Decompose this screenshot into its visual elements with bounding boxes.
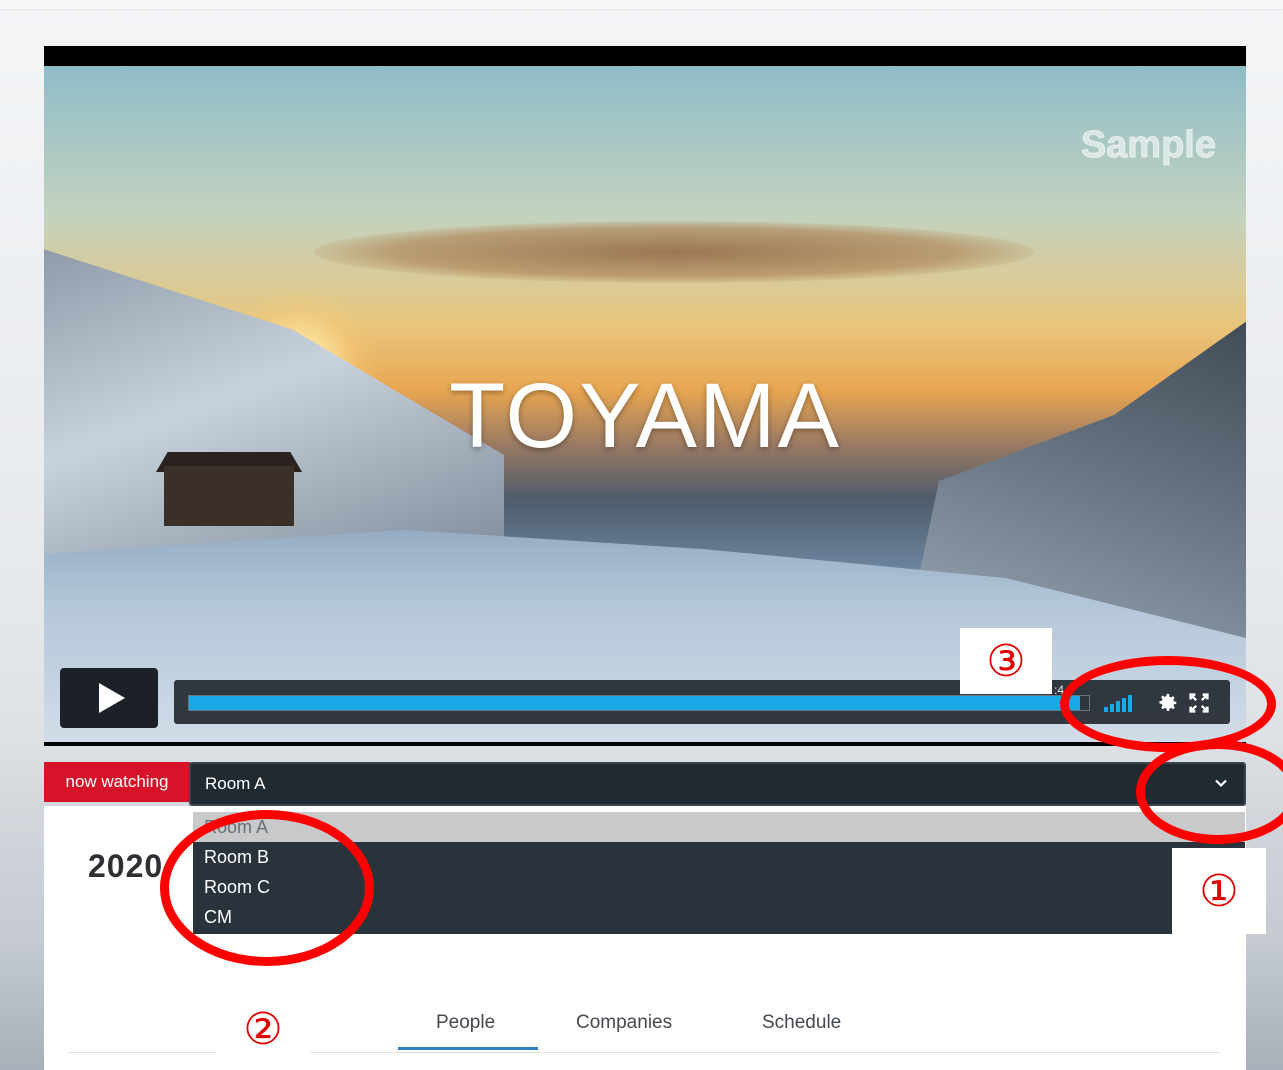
video-frame: TOYAMA Sample	[44, 66, 1246, 742]
sample-watermark: Sample	[1080, 124, 1216, 167]
event-year-heading: 2020	[88, 848, 164, 884]
room-option[interactable]: Room A	[193, 812, 1245, 842]
mountain-hut	[164, 466, 294, 526]
annotation-marker-3: ③	[960, 628, 1052, 694]
video-title-overlay: TOYAMA	[449, 365, 841, 467]
tab-people[interactable]: People	[436, 1012, 495, 1034]
progress-fill	[189, 696, 1080, 710]
annotation-circle-controls	[1060, 656, 1276, 752]
progress-bar[interactable]	[188, 695, 1090, 711]
tab-companies[interactable]: Companies	[576, 1012, 672, 1034]
video-player[interactable]: TOYAMA Sample :4	[44, 46, 1246, 746]
cloud-band	[314, 221, 1034, 283]
now-watching-label: now watching	[44, 762, 190, 802]
browser-top-strip	[0, 0, 1283, 10]
room-select[interactable]: Room A	[189, 762, 1246, 806]
active-tab-indicator	[398, 1047, 538, 1050]
annotation-marker-2: ②	[216, 988, 310, 1070]
room-select-value: Room A	[205, 774, 266, 793]
annotation-circle-options	[160, 810, 374, 966]
annotation-marker-1: ①	[1172, 848, 1266, 934]
play-icon	[99, 683, 125, 713]
tab-schedule[interactable]: Schedule	[762, 1012, 841, 1034]
play-button[interactable]	[60, 668, 158, 728]
